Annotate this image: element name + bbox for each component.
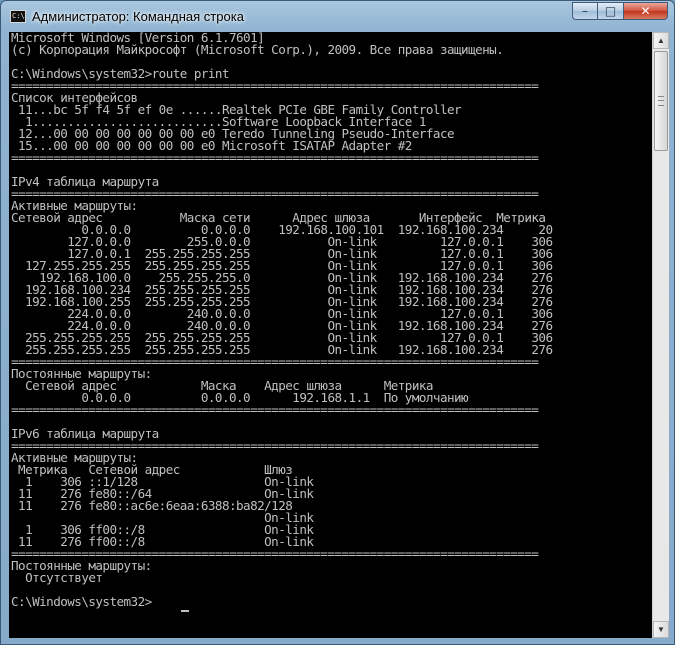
title-bar[interactable]: C:\ Администратор: Командная строка – □ … [1, 1, 674, 31]
grip-icon [658, 96, 664, 106]
scroll-up-arrow-icon[interactable]: ▲ [653, 32, 669, 49]
window-title: Администратор: Командная строка [32, 9, 244, 24]
maximize-button[interactable]: □ [598, 2, 624, 20]
console-output: Microsoft Windows [Version 6.1.7601] (c)… [9, 32, 652, 608]
caption-buttons: – □ ✕ [572, 2, 668, 22]
cmd-window: C:\ Администратор: Командная строка – □ … [0, 0, 675, 645]
console-line: ========================================… [11, 150, 539, 165]
console-line: ========================================… [11, 402, 539, 417]
text-cursor [181, 610, 189, 612]
console-line: (c) Корпорация Майкрософт (Microsoft Cor… [11, 42, 504, 57]
vertical-scrollbar[interactable]: ▲ ▼ [652, 32, 669, 638]
console-area[interactable]: Microsoft Windows [Version 6.1.7601] (c)… [9, 32, 652, 638]
scroll-down-arrow-icon[interactable]: ▼ [653, 621, 669, 638]
console-line: Отсутствует [11, 570, 103, 585]
scroll-thumb[interactable] [654, 51, 668, 151]
cmd-icon: C:\ [10, 10, 26, 23]
console-line: C:\Windows\system32> [11, 594, 152, 609]
minimize-button[interactable]: – [572, 2, 598, 20]
close-button[interactable]: ✕ [624, 2, 668, 20]
